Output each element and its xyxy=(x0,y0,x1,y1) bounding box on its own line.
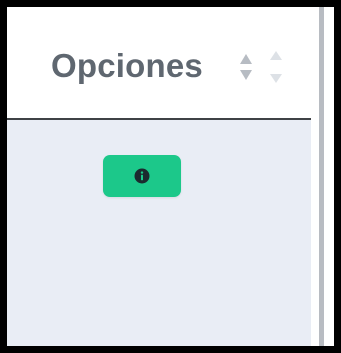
info-circle-icon xyxy=(134,168,150,184)
sort-both-icon-svg xyxy=(240,54,252,80)
sort-both-icon[interactable] xyxy=(239,52,253,82)
vertical-scrollbar[interactable] xyxy=(319,7,324,346)
table-frame: Opciones xyxy=(7,7,334,346)
table-body xyxy=(7,120,311,346)
table-header: Opciones xyxy=(7,7,311,120)
info-button[interactable] xyxy=(103,155,181,197)
sort-faded-icon-svg xyxy=(270,51,282,83)
info-circle-svg xyxy=(134,168,150,184)
column-header-opciones[interactable]: Opciones xyxy=(51,47,203,85)
sort-faded-icon[interactable] xyxy=(269,50,283,84)
